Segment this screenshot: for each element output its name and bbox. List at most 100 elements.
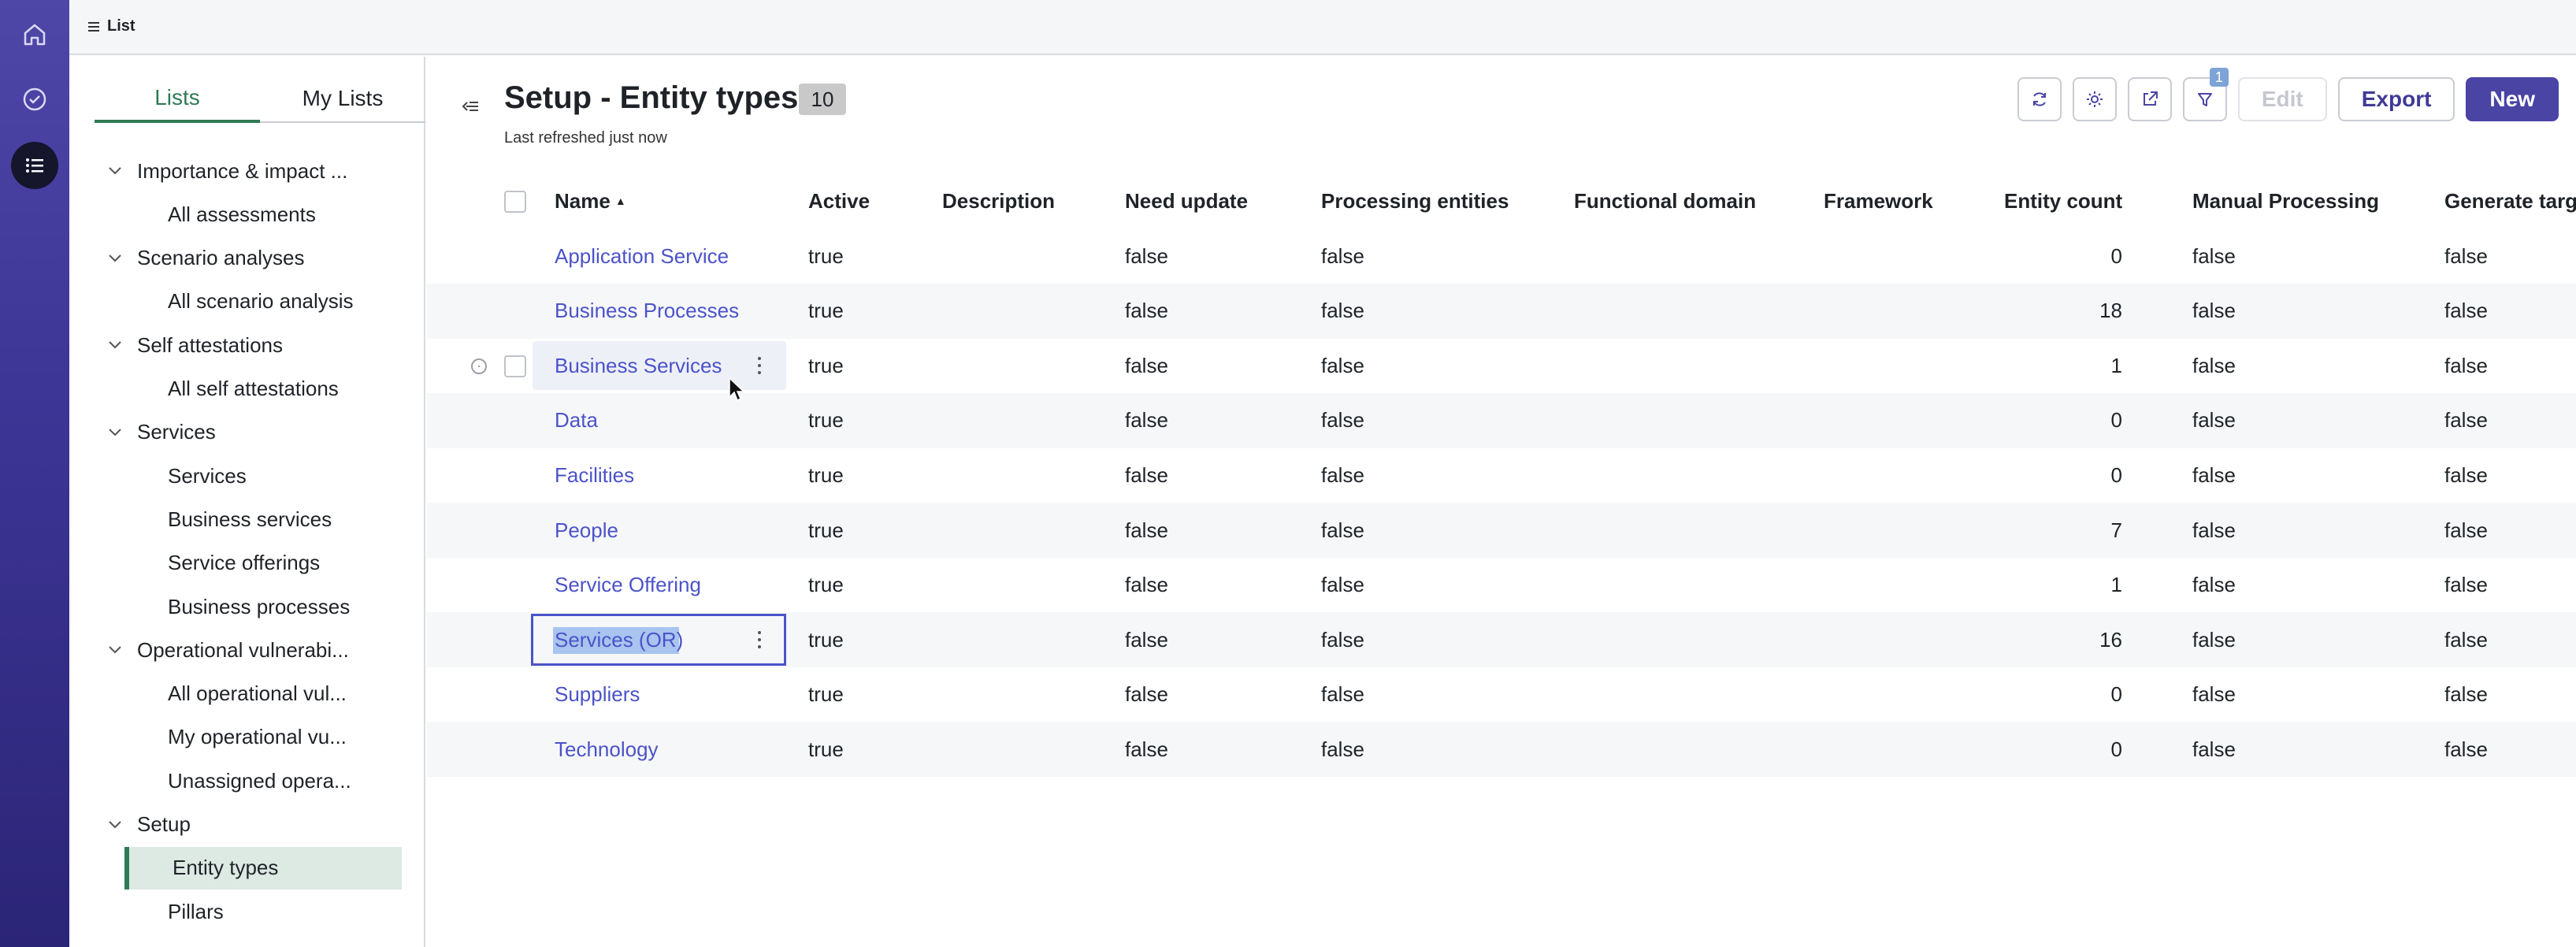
chevron-down-icon[interactable] bbox=[104, 639, 126, 661]
table-row[interactable]: Facilities true false false false false 0 bbox=[427, 448, 2576, 503]
column-header-functional-domain[interactable]: Functional domain bbox=[1574, 173, 1756, 228]
new-button[interactable]: New bbox=[2466, 77, 2559, 121]
table-row[interactable]: Services (OR) true false false false false 16 bbox=[427, 612, 2576, 668]
tree-group[interactable]: Scenario analyses bbox=[69, 237, 425, 280]
more-actions-icon[interactable] bbox=[758, 631, 763, 649]
tree-item[interactable]: Business processes bbox=[69, 585, 425, 628]
entity-type-link[interactable]: Application Service bbox=[555, 244, 729, 269]
list-icon[interactable] bbox=[11, 142, 58, 189]
lists-sidebar: Lists My Lists Importance & impact ... Al… bbox=[69, 57, 425, 947]
tree-item[interactable]: All assessments bbox=[69, 193, 425, 236]
cell-generate-target: false bbox=[2444, 299, 2488, 323]
entity-type-link[interactable]: Suppliers bbox=[555, 682, 640, 707]
column-header-generate-target[interactable]: Generate targ bbox=[2444, 173, 2576, 228]
cell-name: Service Offering bbox=[555, 558, 701, 613]
cell-generate-target: false bbox=[2444, 243, 2488, 268]
chevron-down-icon[interactable] bbox=[104, 160, 126, 182]
tree-item[interactable]: Unassigned opera... bbox=[69, 759, 425, 802]
table-row[interactable]: Business Processes true false false false fal… bbox=[427, 283, 2576, 339]
cell-active: true bbox=[808, 462, 844, 487]
column-header-description[interactable]: Description bbox=[942, 173, 1055, 228]
cell-manual-processing: false bbox=[2192, 299, 2236, 323]
entity-type-link[interactable]: Services (OR) bbox=[555, 628, 683, 652]
settings-button[interactable] bbox=[2072, 77, 2117, 121]
tree-item[interactable]: Services bbox=[69, 455, 425, 497]
tree-item-label: All self attestations bbox=[168, 377, 339, 400]
table-row[interactable]: Data true false false false false 0 bbox=[427, 392, 2576, 448]
column-header-entity-count[interactable]: Entity count bbox=[2004, 173, 2122, 228]
column-header-manual-processing[interactable]: Manual Processing bbox=[2192, 173, 2379, 228]
tree-group[interactable]: Setup bbox=[69, 804, 425, 846]
home-icon[interactable] bbox=[11, 11, 58, 58]
tree-group[interactable]: Services bbox=[69, 411, 425, 454]
column-header-need-update[interactable]: Need update bbox=[1125, 173, 1248, 228]
cell-need-update: false bbox=[1125, 737, 1168, 761]
entity-type-link[interactable]: Business Processes bbox=[555, 299, 739, 323]
tree-item-label: All operational vul... bbox=[168, 681, 347, 706]
check-circle-icon[interactable] bbox=[11, 76, 58, 123]
tree-item[interactable]: All operational vul... bbox=[69, 673, 425, 715]
refresh-button[interactable] bbox=[2017, 77, 2062, 121]
cell-entity-count: 0 bbox=[2110, 682, 2122, 707]
tree-item[interactable]: All self attestations bbox=[69, 368, 425, 410]
column-header-framework[interactable]: Framework bbox=[1824, 173, 1933, 228]
entity-type-link[interactable]: Facilities bbox=[555, 463, 634, 488]
cell-processing-entities: false bbox=[1321, 573, 1364, 597]
cell-active: true bbox=[808, 737, 844, 761]
chevron-down-icon[interactable] bbox=[104, 334, 126, 356]
table-row[interactable]: Suppliers true false false false false 0 bbox=[427, 667, 2576, 722]
chevron-down-icon[interactable] bbox=[104, 422, 126, 444]
table-row[interactable]: People true false false false false 7 bbox=[427, 503, 2576, 558]
cell-processing-entities: false bbox=[1321, 627, 1364, 652]
tree-group[interactable]: Operational vulnerabi... bbox=[69, 629, 425, 671]
tree-item[interactable]: Business services bbox=[69, 498, 425, 540]
table-row[interactable]: Technology true false false false false 0 bbox=[427, 722, 2576, 778]
chevron-down-icon[interactable] bbox=[104, 247, 126, 269]
more-actions-icon[interactable] bbox=[758, 357, 763, 375]
row-checkbox[interactable] bbox=[504, 355, 526, 378]
cell-manual-processing: false bbox=[2192, 627, 2236, 652]
tree-group[interactable]: Importance & impact ... bbox=[69, 150, 425, 192]
cell-processing-entities: false bbox=[1321, 408, 1364, 433]
tree-item[interactable]: My operational vu... bbox=[69, 716, 425, 759]
select-all-checkbox[interactable] bbox=[504, 191, 526, 213]
mouse-cursor-icon bbox=[729, 377, 745, 402]
export-button[interactable]: Export bbox=[2337, 77, 2455, 121]
column-header-name[interactable]: Name ▲ bbox=[555, 173, 626, 228]
record-count-badge: 10 bbox=[799, 84, 846, 115]
tree-item[interactable]: All scenario analysis bbox=[69, 280, 425, 323]
tree-item-label: My operational vu... bbox=[168, 725, 347, 749]
tree-item-label: Self attestations bbox=[137, 332, 283, 357]
cell-manual-processing: false bbox=[2192, 682, 2236, 707]
tree-item-label: Setup bbox=[137, 812, 191, 836]
filter-button[interactable]: 1 bbox=[2182, 68, 2229, 121]
tree-item[interactable]: Service offerings bbox=[69, 542, 425, 585]
tree-item[interactable]: Entity types bbox=[124, 846, 402, 889]
cell-manual-processing: false bbox=[2192, 353, 2236, 377]
cell-name: Services (OR) bbox=[555, 612, 683, 667]
entity-type-link[interactable]: Technology bbox=[555, 737, 659, 762]
column-header-active[interactable]: Active bbox=[808, 173, 870, 228]
cell-active: true bbox=[808, 243, 844, 268]
table-row[interactable]: Business Services true false false false fals… bbox=[427, 338, 2576, 393]
row-info-icon[interactable] bbox=[471, 358, 487, 375]
cell-name: Data bbox=[555, 393, 598, 448]
collapse-sidebar-icon[interactable] bbox=[460, 96, 481, 117]
entity-type-link[interactable]: Business Services bbox=[555, 354, 722, 378]
table-row[interactable]: Application Service true false false false fa… bbox=[427, 228, 2576, 284]
cell-processing-entities: false bbox=[1321, 737, 1364, 761]
edit-button[interactable]: Edit bbox=[2237, 77, 2327, 121]
entity-type-link[interactable]: People bbox=[555, 518, 618, 543]
cell-entity-count: 1 bbox=[2110, 353, 2122, 377]
entity-type-link[interactable]: Data bbox=[555, 408, 598, 433]
tree-item[interactable]: Pillars bbox=[69, 890, 425, 933]
entity-type-link[interactable]: Service Offering bbox=[555, 573, 701, 597]
breadcrumb[interactable]: List bbox=[88, 17, 135, 35]
table-row[interactable]: Service Offering true false false false false… bbox=[427, 558, 2576, 613]
tree-group[interactable]: Self attestations bbox=[69, 324, 425, 366]
tab-my-lists[interactable]: My Lists bbox=[260, 76, 425, 123]
column-header-processing-entities[interactable]: Processing entities bbox=[1321, 173, 1509, 228]
tab-lists[interactable]: Lists bbox=[95, 76, 260, 123]
share-button[interactable] bbox=[2127, 77, 2172, 121]
chevron-down-icon[interactable] bbox=[104, 814, 126, 836]
